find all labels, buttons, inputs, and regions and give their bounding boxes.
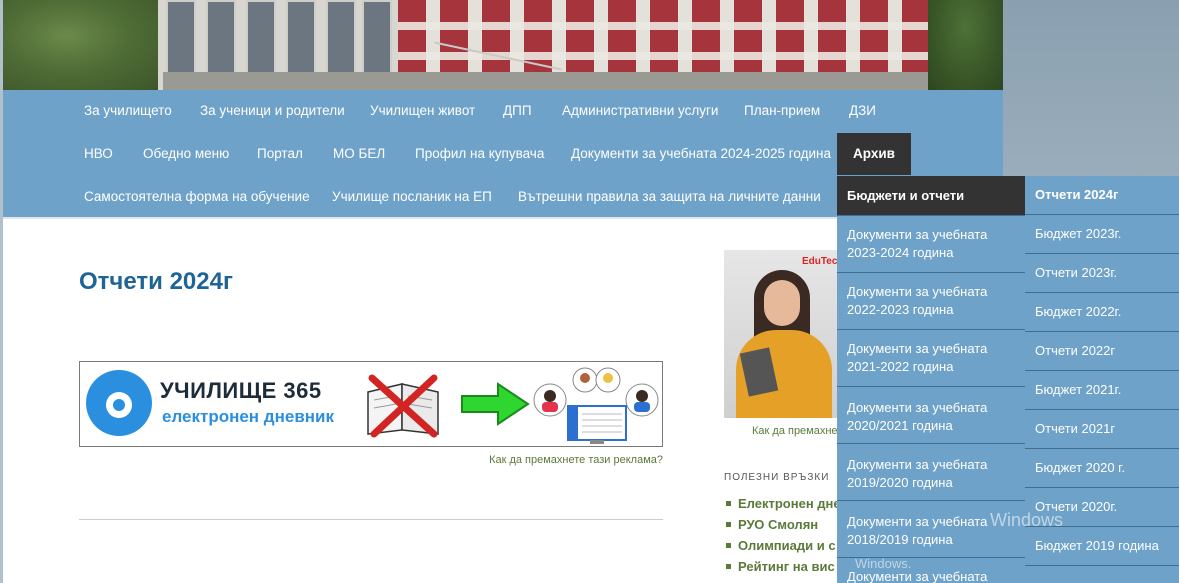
nav-documents-2024-2025[interactable]: Документи за учебната 2024-2025 година bbox=[555, 133, 847, 175]
link-e-diary[interactable]: Електронен дне bbox=[724, 493, 841, 514]
nav-lunch-menu[interactable]: Обедно меню bbox=[127, 133, 245, 175]
link-rating[interactable]: Рейтинг на вис bbox=[724, 556, 841, 577]
nav-about-school[interactable]: За училището bbox=[68, 90, 188, 132]
remove-ad-link-side[interactable]: Как да премахне bbox=[752, 425, 838, 437]
content-divider bbox=[79, 519, 663, 520]
sidebar-ad-image[interactable]: EduTech bbox=[724, 250, 840, 418]
page-title: Отчети 2024г bbox=[79, 268, 233, 295]
nav-dzi[interactable]: ДЗИ bbox=[833, 90, 892, 132]
nav-admission-plan[interactable]: План-прием bbox=[728, 90, 836, 132]
menu-docs-2019-2020[interactable]: Документи за учебната 2019/2020 година bbox=[837, 444, 1025, 501]
menu-docs-2023-2024[interactable]: Документи за учебната 2023-2024 година bbox=[837, 216, 1025, 273]
windows-activation-watermark: Windows bbox=[990, 510, 1064, 530]
nav-students-parents[interactable]: За ученици и родители bbox=[184, 90, 361, 132]
submenu-budget-2019[interactable]: Бюджет 2019 година bbox=[1025, 527, 1179, 566]
nav-school-life[interactable]: Училищен живот bbox=[354, 90, 491, 132]
edutech-brand: EduTech bbox=[802, 256, 840, 267]
useful-links-list: Електронен дне РУО Смолян Олимпиади и с … bbox=[724, 493, 841, 577]
nav-data-protection[interactable]: Вътрешни правила за защита на личните да… bbox=[502, 176, 837, 218]
trees-right bbox=[928, 0, 1003, 90]
ground bbox=[163, 72, 933, 90]
submenu-reports-2021[interactable]: Отчети 2021г bbox=[1025, 410, 1179, 449]
arrow-right-icon bbox=[461, 382, 530, 426]
nav-self-study[interactable]: Самостоятелна форма на обучение bbox=[68, 176, 326, 218]
users-devices-icon bbox=[533, 367, 659, 444]
menu-docs-2021-2022[interactable]: Документи за учебната 2021-2022 година bbox=[837, 330, 1025, 387]
submenu-budget-2023[interactable]: Бюджет 2023г. bbox=[1025, 215, 1179, 254]
nav-portal[interactable]: Портал bbox=[241, 133, 319, 175]
windows-activation-watermark-sub: Windows. bbox=[855, 556, 912, 571]
submenu-budget-2022[interactable]: Бюджет 2022г. bbox=[1025, 293, 1179, 332]
nav-buyer-profile[interactable]: Профил на купувача bbox=[399, 133, 560, 175]
nav-dpp[interactable]: ДПП bbox=[487, 90, 548, 132]
nav-archive[interactable]: Архив bbox=[837, 133, 911, 175]
menu-budgets-reports[interactable]: Бюджети и отчети bbox=[837, 176, 1025, 216]
banner-main-text: УЧИЛИЩЕ 365 bbox=[160, 378, 322, 403]
nav-mo-bel[interactable]: МО БЕЛ bbox=[317, 133, 401, 175]
menu-docs-2022-2023[interactable]: Документи за учебната 2022-2023 година bbox=[837, 273, 1025, 330]
submenu-reports-2023[interactable]: Отчети 2023г. bbox=[1025, 254, 1179, 293]
submenu-budget-2020[interactable]: Бюджет 2020 г. bbox=[1025, 449, 1179, 488]
trees-left bbox=[3, 0, 163, 90]
woman-face bbox=[764, 280, 800, 326]
ad-banner-school365[interactable]: УЧИЛИЩЕ 365 електронен дневник bbox=[79, 361, 663, 447]
submenu-reports-2022[interactable]: Отчети 2022г bbox=[1025, 332, 1179, 371]
school365-logo-icon bbox=[86, 370, 152, 436]
link-ruo-smolyan[interactable]: РУО Смолян bbox=[724, 514, 841, 535]
header-photo bbox=[3, 0, 1003, 90]
submenu-budget-2021[interactable]: Бюджет 2021г. bbox=[1025, 371, 1179, 410]
submenu-reports-2024[interactable]: Отчети 2024г bbox=[1025, 176, 1179, 215]
crossed-book-icon bbox=[367, 374, 439, 438]
nav-admin-services[interactable]: Административни услуги bbox=[546, 90, 734, 132]
link-olympiads[interactable]: Олимпиади и с bbox=[724, 535, 841, 556]
nav-ep-ambassador[interactable]: Училище посланик на ЕП bbox=[316, 176, 508, 218]
remove-ad-link[interactable]: Как да премахнете тази реклама? bbox=[489, 454, 663, 466]
useful-links-title: ПОЛЕЗНИ ВРЪЗКИ bbox=[724, 472, 830, 483]
banner-sub-text: електронен дневник bbox=[162, 407, 334, 426]
nav-nvo[interactable]: НВО bbox=[68, 133, 129, 175]
menu-docs-2020-2021[interactable]: Документи за учебната 2020/2021 година bbox=[837, 387, 1025, 444]
